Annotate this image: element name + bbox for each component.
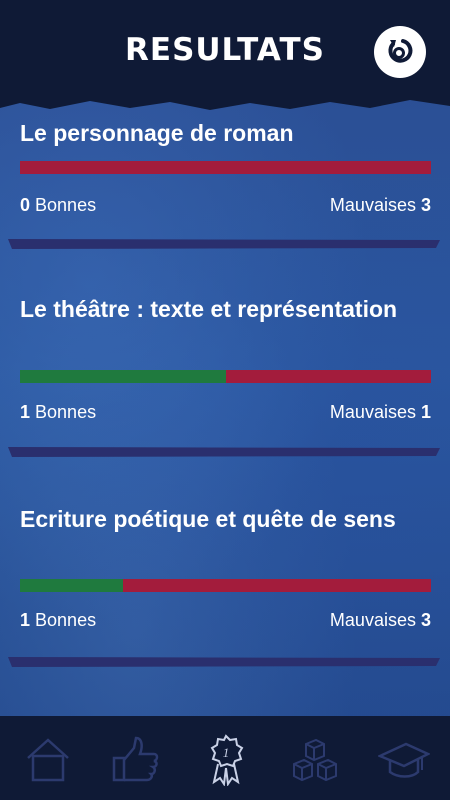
score-counts: 0 Bonnes Mauvaises 3	[20, 195, 431, 219]
section-title: Ecriture poétique et quête de sens	[20, 506, 396, 532]
bad-count: 1	[420, 402, 431, 422]
tab-like[interactable]	[110, 734, 162, 786]
ranking-badge-icon: 1	[210, 734, 244, 787]
good-label: Bonnes	[35, 402, 97, 422]
ranking-number: 1	[223, 745, 230, 760]
good-count: 1	[20, 402, 31, 422]
divider	[8, 239, 440, 249]
bad-fill	[225, 370, 431, 383]
bad-label: Mauvaises	[329, 402, 416, 422]
good-label: Bonnes	[35, 610, 97, 630]
score-bar	[20, 579, 431, 592]
thumbs-up-icon	[112, 736, 159, 782]
good-fill	[20, 370, 226, 383]
graduation-cap-icon	[376, 742, 431, 778]
score-counts: 1 Bonnes Mauvaises 3	[20, 610, 431, 634]
tab-blocks[interactable]	[290, 734, 342, 786]
good-count: 0	[20, 195, 31, 215]
restart-icon	[388, 39, 413, 63]
bad-count: 3	[420, 195, 431, 215]
good-label: Bonnes	[35, 195, 97, 215]
bad-label: Mauvaises	[329, 610, 416, 630]
bad-fill	[122, 579, 431, 592]
result-section-1: Le personnage de roman 0 Bonnes Mauvaise…	[20, 118, 431, 215]
score-bar	[20, 161, 431, 174]
result-section-2: Le théâtre : texte et représentation 1 B…	[20, 294, 431, 422]
section-title: Le personnage de roman	[20, 120, 294, 146]
score-counts: 1 Bonnes Mauvaises 1	[20, 402, 431, 426]
restart-button[interactable]	[374, 26, 426, 78]
bad-fill	[20, 161, 431, 174]
tab-home[interactable]	[22, 734, 74, 786]
bottom-nav: 1	[0, 716, 450, 800]
section-title: Le théâtre : texte et représentation	[20, 296, 398, 322]
bad-label: Mauvaises	[329, 195, 416, 215]
blocks-icon	[293, 738, 337, 782]
divider	[8, 657, 440, 667]
bad-count: 3	[420, 610, 431, 630]
torn-edge	[0, 94, 450, 110]
good-count: 1	[20, 610, 31, 630]
home-icon	[27, 738, 69, 782]
tab-graduation[interactable]	[376, 734, 431, 786]
result-section-3: Ecriture poétique et quête de sens 1 Bon…	[20, 504, 431, 630]
score-bar	[20, 370, 431, 383]
divider	[8, 447, 440, 457]
tab-ranking[interactable]: 1	[200, 734, 252, 787]
good-fill	[20, 579, 123, 592]
